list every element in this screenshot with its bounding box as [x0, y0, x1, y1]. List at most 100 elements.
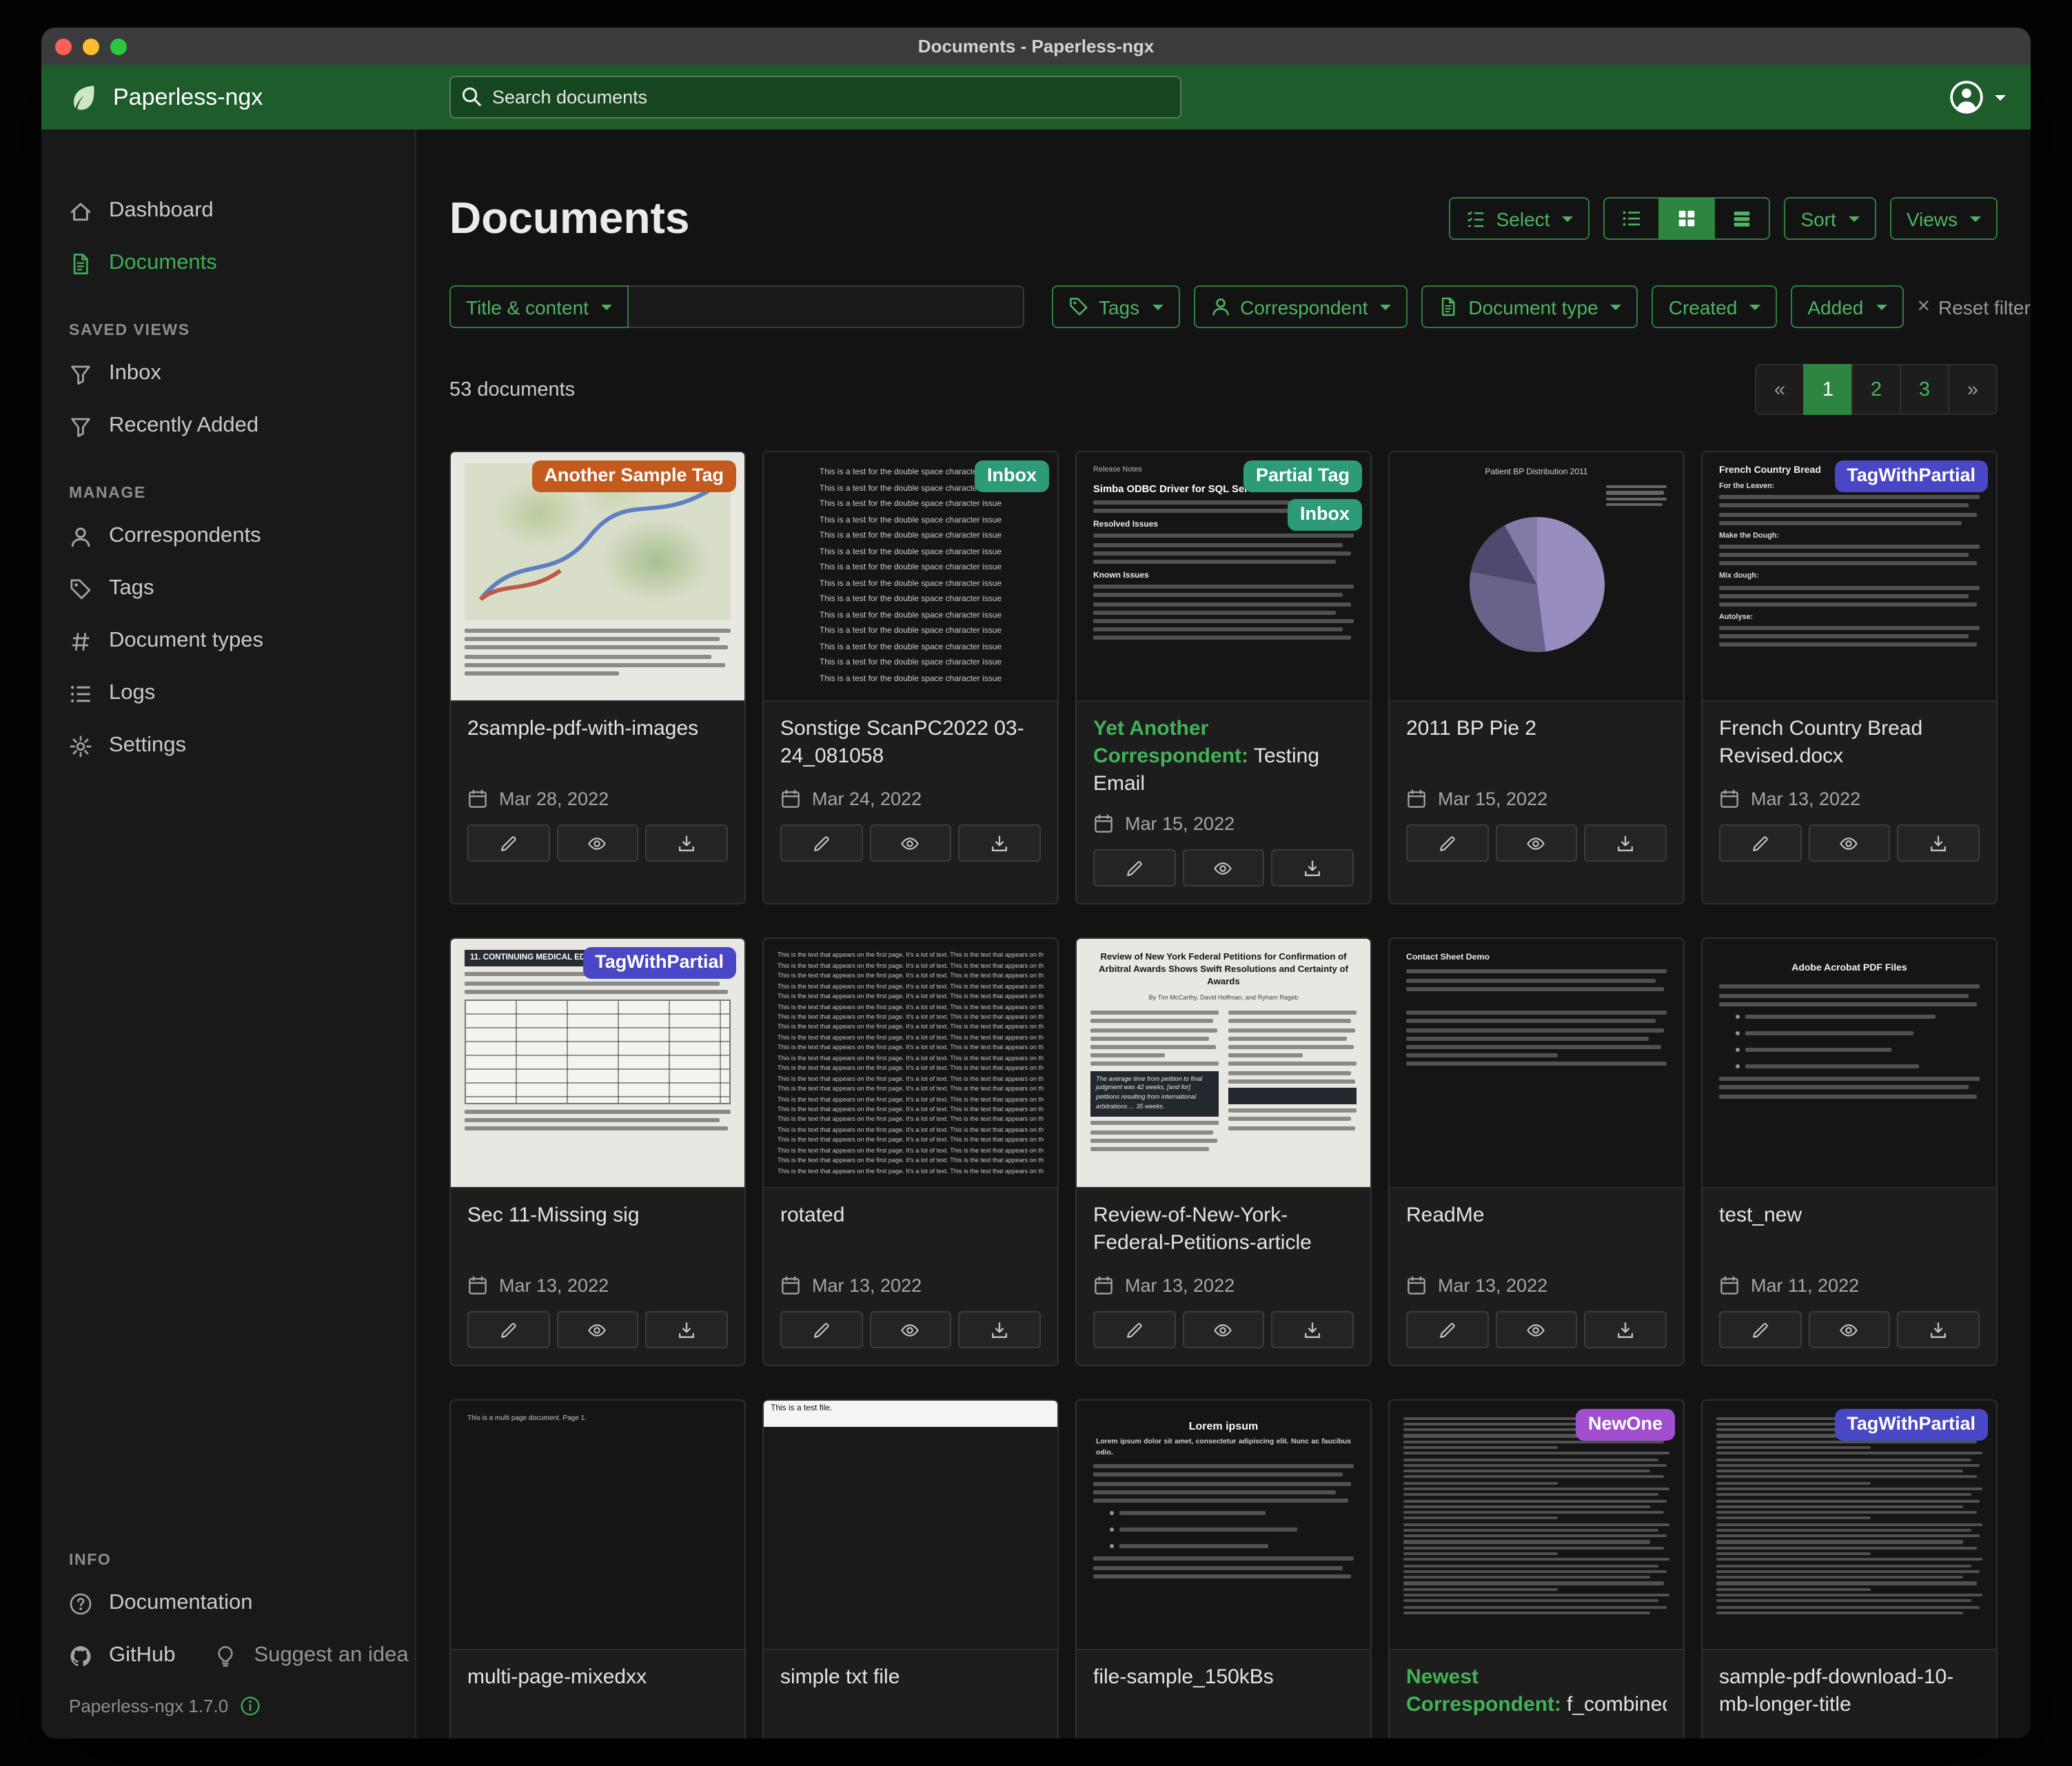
pagination-page-2[interactable]: 2: [1851, 364, 1901, 415]
document-title[interactable]: multi-page-mixedxx: [467, 1665, 728, 1721]
sidebar-item-document-types[interactable]: Document types: [41, 615, 415, 667]
document-title[interactable]: Sonstige ScanPC2022 03-24_081058: [780, 715, 1041, 772]
window-zoom-button[interactable]: [110, 38, 127, 54]
document-thumbnail[interactable]: Lorem ipsumLorem ipsum dolor sit amet, c…: [1077, 1401, 1370, 1651]
reset-filters-button[interactable]: Reset filters: [1917, 296, 2031, 318]
title-content-dropdown[interactable]: Title & content: [449, 285, 629, 328]
tag-badge[interactable]: Another Sample Tag: [531, 460, 736, 492]
created-filter-button[interactable]: Created: [1652, 285, 1778, 328]
document-thumbnail[interactable]: Adobe Acrobat PDF Files: [1703, 940, 1996, 1189]
edit-document-button[interactable]: [467, 1312, 549, 1349]
document-title[interactable]: ReadMe: [1406, 1203, 1667, 1259]
view-list-button[interactable]: [1603, 197, 1660, 240]
view-document-button[interactable]: [1495, 1312, 1577, 1349]
view-document-button[interactable]: [869, 824, 951, 862]
document-title[interactable]: 2011 BP Pie 2: [1406, 715, 1667, 772]
view-document-button[interactable]: [1808, 1312, 1890, 1349]
view-document-button[interactable]: [556, 824, 638, 862]
document-thumbnail[interactable]: Patient BP Distribution 2011: [1390, 452, 1683, 702]
document-title[interactable]: test_new: [1719, 1203, 1980, 1259]
sidebar-item-settings[interactable]: Settings: [41, 720, 415, 772]
tag-badge[interactable]: Inbox: [975, 460, 1049, 492]
view-document-button[interactable]: [1808, 824, 1890, 862]
document-type-filter-button[interactable]: Document type: [1421, 285, 1638, 328]
sidebar-item-suggest-idea[interactable]: Suggest an idea: [187, 1630, 420, 1682]
tag-badge[interactable]: NewOne: [1576, 1410, 1675, 1441]
sidebar-item-tags[interactable]: Tags: [41, 562, 415, 615]
pagination-page-1[interactable]: 1: [1803, 364, 1853, 415]
view-document-button[interactable]: [1182, 850, 1264, 887]
download-document-button[interactable]: [1898, 824, 1980, 862]
user-menu[interactable]: [1949, 80, 2006, 114]
edit-document-button[interactable]: [1719, 824, 1801, 862]
window-close-button[interactable]: [55, 38, 72, 54]
view-document-button[interactable]: [1182, 1312, 1264, 1349]
document-title[interactable]: Newest Correspondent:f_combineds: [1406, 1665, 1667, 1721]
tag-badge[interactable]: Partial Tag: [1243, 460, 1362, 492]
pagination-page-3[interactable]: 3: [1900, 364, 1949, 415]
view-document-button[interactable]: [1495, 824, 1577, 862]
correspondent-link[interactable]: Newest Correspondent:: [1406, 1666, 1561, 1717]
tag-badge[interactable]: TagWithPartial: [1834, 460, 1988, 492]
document-title[interactable]: rotated: [780, 1203, 1041, 1259]
document-title[interactable]: file-sample_150kBs: [1093, 1665, 1354, 1721]
document-thumbnail[interactable]: NewOne: [1390, 1401, 1683, 1651]
sort-button[interactable]: Sort: [1784, 197, 1876, 240]
view-details-button[interactable]: [1714, 197, 1770, 240]
document-thumbnail[interactable]: This is a test file.: [764, 1401, 1057, 1651]
sidebar-item-inbox[interactable]: Inbox: [41, 347, 415, 400]
global-search-input[interactable]: [449, 76, 1181, 119]
document-thumbnail[interactable]: Review of New York Federal Petitions for…: [1077, 940, 1370, 1189]
edit-document-button[interactable]: [780, 824, 862, 862]
document-thumbnail[interactable]: This is the text that appears on the fir…: [764, 940, 1057, 1189]
title-content-input[interactable]: [629, 285, 1024, 328]
document-title[interactable]: French Country Bread Revised.docx: [1719, 715, 1980, 772]
edit-document-button[interactable]: [780, 1312, 862, 1349]
document-thumbnail[interactable]: Release NotesSimba ODBC Driver for SQL S…: [1077, 452, 1370, 702]
edit-document-button[interactable]: [1406, 824, 1488, 862]
pagination-next[interactable]: »: [1948, 364, 1998, 415]
download-document-button[interactable]: [1898, 1312, 1980, 1349]
document-title[interactable]: sample-pdf-download-10-mb-longer-title: [1719, 1665, 1980, 1721]
edit-document-button[interactable]: [1093, 850, 1175, 887]
edit-document-button[interactable]: [1719, 1312, 1801, 1349]
view-document-button[interactable]: [556, 1312, 638, 1349]
sidebar-item-correspondents[interactable]: Correspondents: [41, 510, 415, 562]
document-thumbnail[interactable]: French Country BreadFor the Leaven:Make …: [1703, 452, 1996, 702]
download-document-button[interactable]: [959, 1312, 1041, 1349]
download-document-button[interactable]: [959, 824, 1041, 862]
download-document-button[interactable]: [1585, 1312, 1667, 1349]
select-button[interactable]: Select: [1450, 197, 1590, 240]
correspondent-filter-button[interactable]: Correspondent: [1193, 285, 1408, 328]
views-button[interactable]: Views: [1890, 197, 1998, 240]
document-title[interactable]: Sec 11-Missing sig: [467, 1203, 728, 1259]
document-title[interactable]: simple txt file: [780, 1665, 1041, 1721]
document-title[interactable]: 2sample-pdf-with-images: [467, 715, 728, 772]
document-thumbnail[interactable]: This is a test for the double space char…: [764, 452, 1057, 702]
tag-badge[interactable]: TagWithPartial: [1834, 1410, 1988, 1441]
download-document-button[interactable]: [1272, 850, 1354, 887]
document-title[interactable]: Review-of-New-York-Federal-Petitions-art…: [1093, 1203, 1354, 1259]
app-brand[interactable]: Paperless-ngx: [41, 82, 263, 112]
document-title[interactable]: Yet Another Correspondent:Testing Email: [1093, 715, 1354, 798]
info-circle-icon[interactable]: [239, 1696, 260, 1716]
correspondent-link[interactable]: Yet Another Correspondent:: [1093, 717, 1248, 768]
sidebar-item-logs[interactable]: Logs: [41, 667, 415, 720]
download-document-button[interactable]: [646, 824, 728, 862]
document-thumbnail[interactable]: TagWithPartial: [1703, 1401, 1996, 1651]
tag-badge[interactable]: Inbox: [1288, 499, 1362, 531]
edit-document-button[interactable]: [467, 824, 549, 862]
sidebar-item-documentation[interactable]: Documentation: [41, 1577, 415, 1630]
tags-filter-button[interactable]: Tags: [1052, 285, 1179, 328]
view-document-button[interactable]: [869, 1312, 951, 1349]
added-filter-button[interactable]: Added: [1791, 285, 1903, 328]
sidebar-item-github[interactable]: GitHub: [41, 1630, 187, 1682]
document-thumbnail[interactable]: This is a multi page document. Page 1.: [451, 1401, 744, 1651]
pagination-prev[interactable]: «: [1755, 364, 1805, 415]
window-minimize-button[interactable]: [83, 38, 99, 54]
edit-document-button[interactable]: [1093, 1312, 1175, 1349]
edit-document-button[interactable]: [1406, 1312, 1488, 1349]
document-thumbnail[interactable]: 11. CONTINUING MEDICAL EDUCATION TagWith…: [451, 940, 744, 1189]
download-document-button[interactable]: [1272, 1312, 1354, 1349]
tag-badge[interactable]: TagWithPartial: [582, 948, 736, 980]
